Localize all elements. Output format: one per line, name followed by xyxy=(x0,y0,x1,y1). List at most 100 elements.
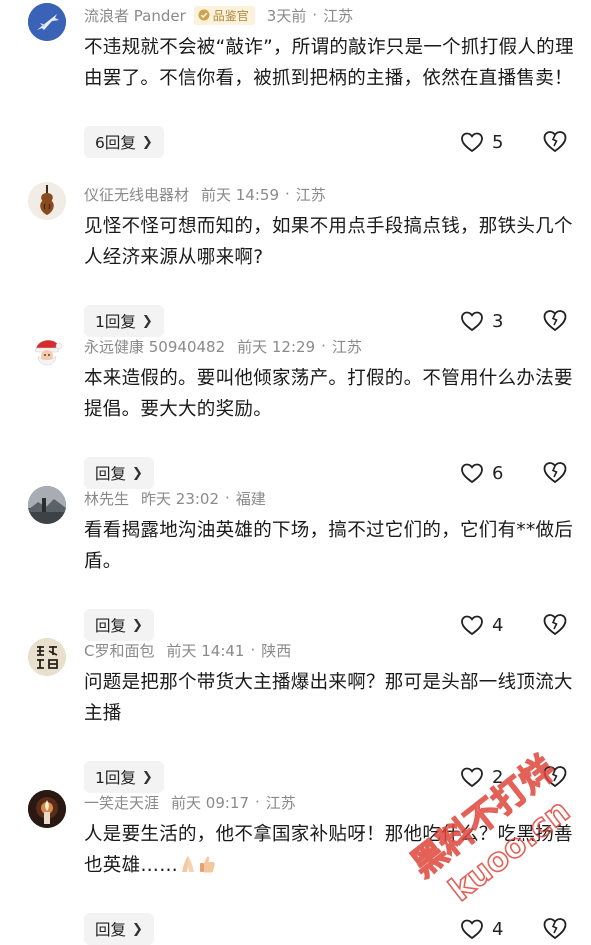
broken-heart-icon[interactable] xyxy=(542,307,568,333)
chevron-right-icon: ❯ xyxy=(132,617,143,633)
comment-meta: 仪征无线电器材 前天 14:59 · 江苏 xyxy=(84,183,326,205)
verified-badge: 品鉴官 xyxy=(193,5,255,25)
separator-dot: · xyxy=(255,793,260,811)
verified-badge-icon xyxy=(198,9,210,21)
reply-label: 回复 xyxy=(95,465,127,483)
comment-meta: 流浪者 Pander 品鉴官 3天前 · 江苏 xyxy=(84,4,353,26)
separator-dot: · xyxy=(321,337,326,355)
calligraphy-avatar-icon xyxy=(28,638,66,676)
view-replies-button[interactable]: 回复 ❯ xyxy=(84,457,154,489)
chevron-right-icon: ❯ xyxy=(132,465,143,481)
violin-avatar-icon xyxy=(28,182,66,220)
like-button[interactable]: 3 xyxy=(460,307,504,335)
comment-text: 看看揭露地沟油英雄的下场，搞不过它们的，它们有**做后盾。 xyxy=(84,520,574,572)
view-replies-button[interactable]: 1回复 ❯ xyxy=(84,761,164,793)
comment-text: 问题是把那个带货大主播爆出来啊？那可是头部一线顶流大主播 xyxy=(84,672,573,724)
avatar[interactable] xyxy=(28,334,66,372)
username[interactable]: 仪征无线电器材 xyxy=(84,184,189,205)
candle-avatar-icon xyxy=(28,790,66,828)
location: 江苏 xyxy=(323,6,354,25)
comment-meta: 林先生 昨天 23:02 · 福建 xyxy=(84,487,266,509)
comment-meta: C罗和面包 前天 14:41 · 陕西 xyxy=(84,639,291,661)
comment-text: 不违规就不会被“敲诈”，所谓的敲诈只是一个抓打假人的理由罢了。不信你看，被抓到把… xyxy=(84,37,574,89)
fighter-jet-avatar-icon xyxy=(28,3,66,41)
like-count: 2 xyxy=(492,766,504,788)
username[interactable]: C罗和面包 xyxy=(84,640,154,661)
like-button[interactable]: 2 xyxy=(460,763,504,791)
like-count: 5 xyxy=(492,131,504,153)
timestamp: 前天 14:59 xyxy=(201,185,280,204)
location: 陕西 xyxy=(261,641,292,660)
praying-hands-emoji-icon xyxy=(182,856,195,872)
like-button[interactable]: 4 xyxy=(460,611,504,639)
like-count: 6 xyxy=(492,462,504,484)
like-button[interactable]: 5 xyxy=(460,128,504,156)
username[interactable]: 林先生 xyxy=(84,488,129,509)
comment-item: C罗和面包 前天 14:41 · 陕西 问题是把那个带货大主播爆出来啊？那可是头… xyxy=(0,638,591,793)
broken-heart-icon[interactable] xyxy=(542,611,568,637)
avatar[interactable] xyxy=(28,182,66,220)
username[interactable]: 流浪者 Pander xyxy=(84,5,186,26)
view-replies-button[interactable]: 回复 ❯ xyxy=(84,913,154,945)
comment-meta: 一笑走天涯 前天 09:17 · 江苏 xyxy=(84,791,296,813)
comment-item: 一笑走天涯 前天 09:17 · 江苏 人是要生活的，他不拿国家补贴呀！那他吃什… xyxy=(0,790,591,945)
reply-label: 6回复 xyxy=(95,134,136,152)
comment-item: 仪征无线电器材 前天 14:59 · 江苏 见怪不怪可想而知的，如果不用点手段搞… xyxy=(0,182,591,337)
heart-outline-icon xyxy=(461,311,483,332)
comment-item: 林先生 昨天 23:02 · 福建 看看揭露地沟油英雄的下场，搞不过它们的，它们… xyxy=(0,486,591,641)
avatar[interactable] xyxy=(28,486,66,524)
comment-text: 见怪不怪可想而知的，如果不用点手段搞点钱，那铁头几个人经济来源从哪来啊? xyxy=(84,216,573,268)
thumbs-up-emoji-icon xyxy=(200,856,215,873)
timestamp: 前天 09:17 xyxy=(171,793,250,812)
location: 福建 xyxy=(235,489,266,508)
chevron-right-icon: ❯ xyxy=(141,313,153,329)
timestamp: 3天前 xyxy=(266,6,307,25)
broken-heart-icon[interactable] xyxy=(542,128,568,154)
avatar[interactable] xyxy=(28,3,66,41)
comment-text: 本来造假的。要叫他倾家荡产。打假的。不管用什么办法要提倡。要大大的奖励。 xyxy=(84,368,573,420)
timestamp: 前天 12:29 xyxy=(237,337,316,356)
like-count: 4 xyxy=(492,614,504,636)
broken-heart-icon[interactable] xyxy=(542,763,568,789)
username[interactable]: 永远健康 50940482 xyxy=(84,336,225,357)
comment-item: 流浪者 Pander 品鉴官 3天前 · 江苏 不违规就不会被“敲诈”，所谓的敲… xyxy=(0,3,591,158)
like-button[interactable]: 4 xyxy=(460,915,504,943)
separator-dot: · xyxy=(312,6,318,24)
avatar[interactable] xyxy=(28,790,66,828)
broken-heart-icon[interactable] xyxy=(542,915,568,941)
separator-dot: · xyxy=(225,489,230,507)
heart-outline-icon xyxy=(461,919,483,940)
separator-dot: · xyxy=(250,641,256,659)
broken-heart-icon[interactable] xyxy=(542,459,568,485)
timestamp: 昨天 23:02 xyxy=(141,489,220,508)
reply-label: 回复 xyxy=(95,617,127,635)
like-button[interactable]: 6 xyxy=(460,459,504,487)
location: 江苏 xyxy=(331,337,362,356)
location: 江苏 xyxy=(295,185,326,204)
chevron-right-icon: ❯ xyxy=(141,769,153,785)
username[interactable]: 一笑走天涯 xyxy=(84,792,159,813)
heart-outline-icon xyxy=(461,132,483,153)
chevron-right-icon: ❯ xyxy=(141,134,153,150)
view-replies-button[interactable]: 1回复 ❯ xyxy=(84,305,164,337)
badge-label: 品鉴官 xyxy=(212,8,249,23)
view-replies-button[interactable]: 回复 ❯ xyxy=(84,609,154,641)
avatar[interactable] xyxy=(28,638,66,676)
reply-label: 1回复 xyxy=(95,313,136,331)
santa-avatar-icon xyxy=(28,334,66,372)
view-replies-button[interactable]: 6回复 ❯ xyxy=(84,126,164,158)
like-count: 4 xyxy=(492,918,504,940)
separator-dot: · xyxy=(285,185,290,203)
comment-text: 人是要生活的，他不拿国家补贴呀！那他吃什么？吃黑扬善也英雄…… xyxy=(84,819,574,881)
location: 江苏 xyxy=(265,793,296,812)
timestamp: 前天 14:41 xyxy=(166,641,245,660)
like-count: 3 xyxy=(492,310,504,332)
comment-meta: 永远健康 50940482 前天 12:29 · 江苏 xyxy=(84,335,362,357)
landscape-avatar-icon xyxy=(28,486,66,524)
chevron-right-icon: ❯ xyxy=(132,921,143,937)
reply-label: 1回复 xyxy=(95,769,136,787)
heart-outline-icon xyxy=(461,767,483,788)
comment-text-content: 人是要生活的，他不拿国家补贴呀！那他吃什么？吃黑扬善也英雄…… xyxy=(84,824,573,876)
reply-label: 回复 xyxy=(95,921,127,939)
heart-outline-icon xyxy=(461,463,483,484)
